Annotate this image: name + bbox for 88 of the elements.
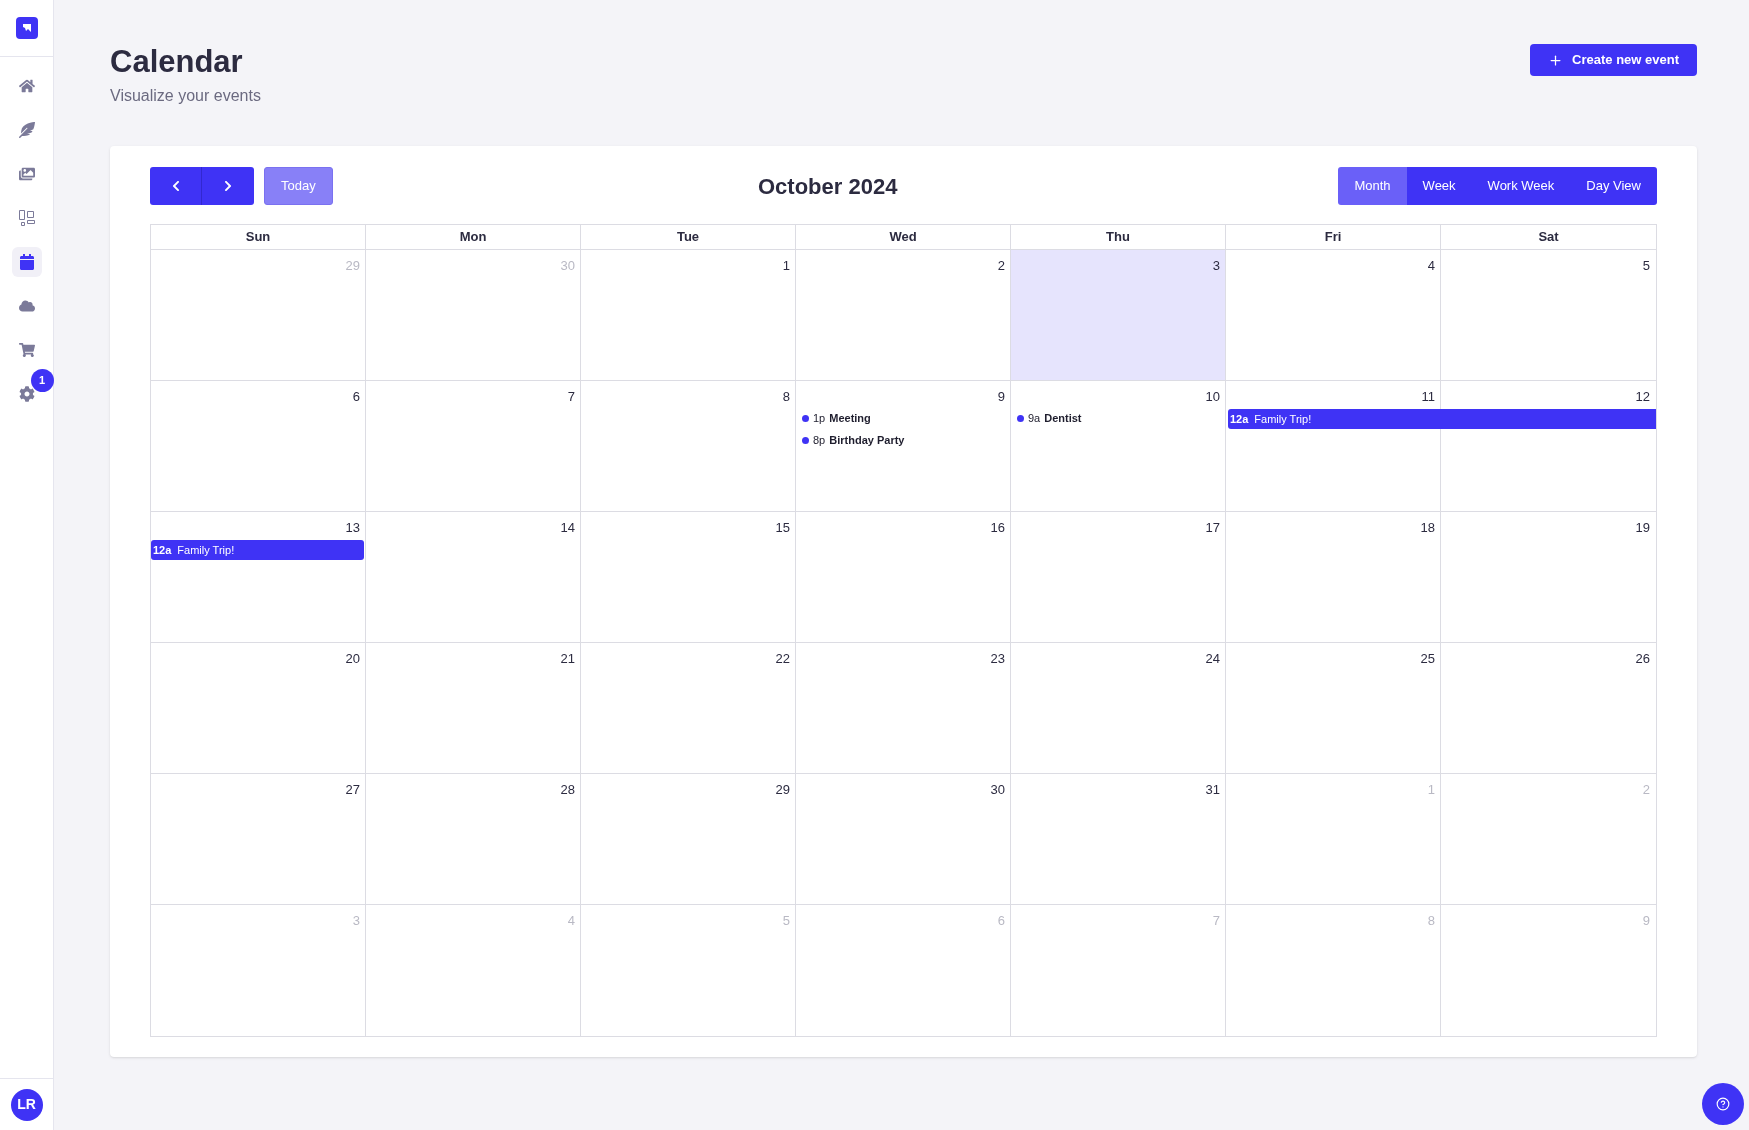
day-number: 6 (352, 388, 360, 406)
settings-icon (18, 386, 35, 402)
page-subtitle: Visualize your events (110, 86, 261, 106)
event-time: 1p (813, 410, 826, 426)
day-number: 3 (1212, 257, 1220, 275)
weekday-header: Fri (1226, 225, 1441, 249)
weekday-header: Thu (1011, 225, 1226, 249)
event-time: 12a (1230, 411, 1249, 427)
weekday-header: Wed (796, 225, 1011, 249)
day-number: 30 (560, 257, 575, 275)
feather-icon (18, 122, 35, 138)
day-number: 20 (345, 650, 360, 668)
day-number: 12 (1635, 388, 1650, 406)
day-number: 11 (1421, 388, 1435, 406)
event-title: Birthday Party (829, 432, 905, 448)
weekday-header: Tue (581, 225, 796, 249)
plus-icon (1548, 52, 1564, 68)
day-number: 25 (1420, 650, 1435, 668)
sidebar-item[interactable] (11, 247, 42, 277)
cloud-icon (18, 298, 35, 314)
day-number: 23 (990, 650, 1005, 668)
day-number: 1 (782, 257, 790, 275)
day-number: 26 (1635, 650, 1650, 668)
day-number: 5 (782, 912, 790, 930)
page-title: Calendar (110, 43, 244, 81)
day-number: 22 (775, 650, 790, 668)
help-button[interactable] (1702, 1083, 1744, 1125)
day-number: 15 (775, 519, 790, 537)
event-title: Dentist (1044, 410, 1082, 426)
day-number: 24 (1205, 650, 1220, 668)
day-number: 30 (990, 781, 1005, 799)
day-number: 9 (1642, 912, 1650, 930)
view-tab[interactable]: Day View (1570, 167, 1657, 205)
layout-icon (18, 210, 35, 226)
help-icon (1716, 1097, 1730, 1111)
calendar-event[interactable]: 9a Dentist (1011, 407, 1226, 429)
weekday-header: Sat (1537, 228, 1560, 247)
day-number: 4 (567, 912, 575, 930)
images-icon (18, 166, 35, 182)
event-time: 9a (1028, 410, 1041, 426)
event-title: Meeting (829, 410, 871, 426)
event-title: Family Trip! (1254, 411, 1312, 427)
user-avatar[interactable]: LR (10, 1088, 43, 1121)
day-number: 29 (775, 781, 790, 799)
day-number: 1 (1427, 781, 1435, 799)
day-number: 4 (1427, 257, 1435, 275)
view-tab[interactable]: Week (1406, 167, 1472, 205)
day-number: 2 (997, 257, 1005, 275)
create-event-button[interactable]: Create new event (1530, 44, 1697, 76)
day-number: 5 (1642, 257, 1650, 275)
day-number: 18 (1420, 519, 1435, 537)
day-number: 6 (997, 912, 1005, 930)
view-tab[interactable]: Month (1338, 167, 1407, 205)
day-number: 13 (345, 519, 360, 537)
calendar-event[interactable]: 8p Birthday Party (796, 429, 1011, 451)
event-title: Family Trip! (177, 542, 235, 558)
day-number: 16 (990, 519, 1005, 537)
day-number: 27 (345, 781, 360, 799)
chevron-right-icon (222, 180, 234, 192)
day-number: 19 (1635, 519, 1650, 537)
calendar-event[interactable]: 1p Meeting (796, 407, 1011, 429)
notification-badge: 1 (30, 369, 54, 392)
event-time: 12a (153, 542, 172, 558)
cart-icon (18, 342, 35, 358)
day-number: 8 (1427, 912, 1435, 930)
event-time: 8p (813, 432, 826, 448)
day-number: 17 (1205, 519, 1220, 537)
weekday-header: Sun (151, 225, 366, 249)
event-bar[interactable]: 12a Family Trip! (1228, 409, 1656, 429)
view-tab[interactable]: Work Week (1471, 167, 1571, 205)
day-number: 29 (345, 257, 360, 275)
home-icon (18, 78, 35, 94)
day-number: 7 (1212, 912, 1220, 930)
calendar-icon (18, 254, 35, 270)
day-number: 14 (560, 519, 575, 537)
month-title: October 2024 (758, 172, 898, 201)
day-number: 2 (1642, 781, 1650, 799)
day-number: 21 (560, 650, 575, 668)
day-number: 3 (352, 912, 360, 930)
day-number: 31 (1205, 781, 1220, 799)
logo-icon[interactable] (15, 17, 38, 39)
day-number: 9 (997, 388, 1005, 406)
day-number: 28 (560, 781, 575, 799)
day-number: 8 (782, 388, 790, 406)
day-number: 7 (567, 388, 575, 406)
weekday-header: Mon (366, 225, 581, 249)
day-number: 10 (1205, 388, 1220, 406)
event-bar[interactable]: 12a Family Trip! (151, 540, 364, 560)
